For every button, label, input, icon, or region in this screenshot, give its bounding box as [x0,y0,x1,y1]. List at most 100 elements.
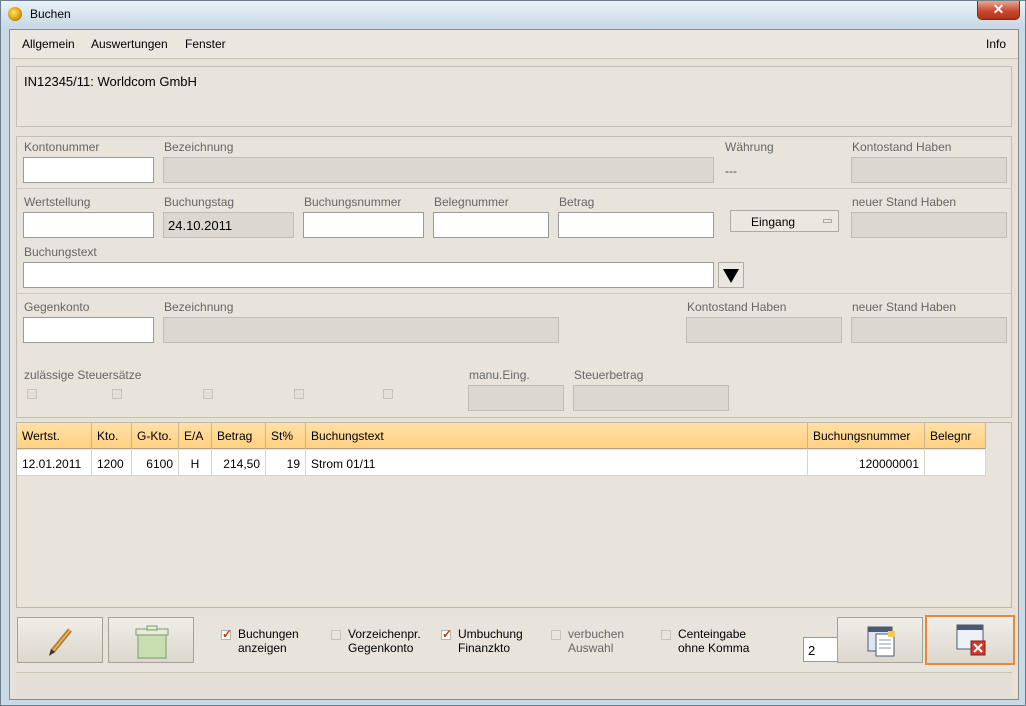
menu-allgemein[interactable]: Allgemein [22,37,75,51]
option-label: verbuchen Auswahl [568,627,625,655]
tax-rate-checkbox[interactable] [203,389,213,399]
menu-auswertungen[interactable]: Auswertungen [91,37,168,51]
kontostand-haben2-label: Kontostand Haben [687,300,787,314]
app-window: Buchen ✕ Allgemein Auswertungen Fenster … [0,0,1026,706]
belegnummer-input[interactable] [433,212,549,238]
column-header[interactable]: St% [266,423,306,449]
menu-fenster[interactable]: Fenster [185,37,226,51]
table-cell[interactable]: 214,50 [212,450,266,476]
bezeichnung2-label: Bezeichnung [164,300,234,314]
buchungsnummer-label: Buchungsnummer [304,195,402,209]
buchungstext-dropdown-button[interactable] [718,262,744,288]
trash-icon [135,625,169,659]
delete-button[interactable] [108,617,194,663]
gegenkonto-neuer-stand-field [851,317,1007,343]
column-header[interactable]: Wertst. [17,423,92,449]
steuerbetrag-label: Steuerbetrag [574,368,644,382]
kontostand-haben-field [851,157,1007,183]
table-cell[interactable]: Strom 01/11 [306,450,808,476]
eingang-arrow-icon [823,219,832,223]
gegenkonto-kontostand-field [686,317,842,343]
betrag-input[interactable] [558,212,714,238]
checkbox[interactable] [331,630,341,640]
buchungsnummer-input[interactable] [303,212,424,238]
column-header[interactable]: Betrag [212,423,266,449]
app-icon [8,7,22,21]
close-window-icon [956,624,986,656]
column-header[interactable]: E/A [179,423,212,449]
eingang-label: Eingang [751,215,796,229]
steuerbetrag-field [573,385,729,411]
close-button[interactable] [925,615,1015,665]
gegenkonto-bezeichnung-field [163,317,559,343]
window-title: Buchen [30,7,71,21]
tax-rate-checkbox[interactable] [112,389,122,399]
client-area: Allgemein Auswertungen Fenster Info IN12… [9,29,1019,700]
waehrung-label: Währung [725,140,774,154]
save-document-icon [867,626,895,657]
column-header[interactable]: Belegnr [925,423,986,449]
bookings-table: Wertst. Kto. G-Kto. E/A Betrag St% Buchu… [16,422,1012,608]
count-input[interactable]: 2 [803,637,839,662]
action-bar: ✓ Buchungen anzeigen Vorzeichenpr. Gegenko… [16,615,1015,671]
option-label: Vorzeichenpr. Gegenkonto [348,627,421,655]
tax-rate-checkbox[interactable] [294,389,304,399]
menu-bar: Allgemein Auswertungen Fenster Info [10,30,1018,59]
book-button[interactable] [837,617,923,663]
option-label: Umbuchung Finanzkto [458,627,523,655]
account-info-box: IN12345/11: Worldcom GmbH [16,66,1012,127]
option-label: Buchungen anzeigen [238,627,299,655]
kontonummer-input[interactable] [23,157,154,183]
belegnummer-label: Belegnummer [434,195,509,209]
table-cell[interactable]: 12.01.2011 [17,450,92,476]
gegenkonto-label: Gegenkonto [24,300,90,314]
buchungstext-label: Buchungstext [24,245,97,259]
check-icon: ✓ [222,627,233,641]
check-icon: ✓ [442,627,453,641]
neuer-stand-haben2-label: neuer Stand Haben [852,300,957,314]
buchungstext-input[interactable] [23,262,714,288]
column-header[interactable]: Kto. [92,423,132,449]
kontostand-haben-label: Kontostand Haben [852,140,952,154]
neuer-stand-haben-field [851,212,1007,238]
checkbox[interactable] [551,630,561,640]
gegenkonto-input[interactable] [23,317,154,343]
buchungstag-field: 24.10.2011 [163,212,294,238]
table-cell[interactable]: 19 [266,450,306,476]
edit-button[interactable] [17,617,103,663]
table-cell[interactable]: 1200 [92,450,132,476]
title-bar: Buchen ✕ [1,1,1025,28]
betrag-label: Betrag [559,195,595,209]
separator [17,293,1011,294]
table-cell[interactable]: H [179,450,212,476]
buchungstag-label: Buchungstag [164,195,235,209]
menu-info[interactable]: Info [986,37,1006,51]
table-cell[interactable]: 120000001 [808,450,925,476]
wertstellung-input[interactable] [23,212,154,238]
bezeichnung-label: Bezeichnung [164,140,234,154]
manu-eing-field [468,385,564,411]
manu-eing-label: manu.Eing. [469,368,530,382]
wertstellung-label: Wertstellung [24,195,91,209]
close-window-button[interactable]: ✕ [977,1,1020,20]
neuer-stand-haben-label: neuer Stand Haben [852,195,957,209]
bezeichnung-field [163,157,714,183]
tax-rate-checkbox[interactable] [27,389,37,399]
booking-form: Kontonummer Bezeichnung Währung --- Kont… [16,136,1012,418]
column-header[interactable]: Buchungsnummer [808,423,925,449]
table-cell[interactable] [925,450,986,476]
waehrung-value: --- [725,164,737,178]
separator [17,188,1011,189]
column-header[interactable]: G-Kto. [132,423,179,449]
tax-rate-checkbox[interactable] [383,389,393,399]
eingang-select[interactable]: Eingang [730,210,839,232]
table-cell[interactable]: 6100 [132,450,179,476]
triangle-down-icon [723,269,739,283]
checkbox[interactable] [661,630,671,640]
option-label: Centeingabe ohne Komma [678,627,750,655]
status-bar [16,672,1012,696]
kontonummer-label: Kontonummer [24,140,100,154]
account-title: IN12345/11: Worldcom GmbH [24,74,197,89]
column-header[interactable]: Buchungstext [306,423,808,449]
steuersaetze-label: zulässige Steuersätze [24,368,142,382]
